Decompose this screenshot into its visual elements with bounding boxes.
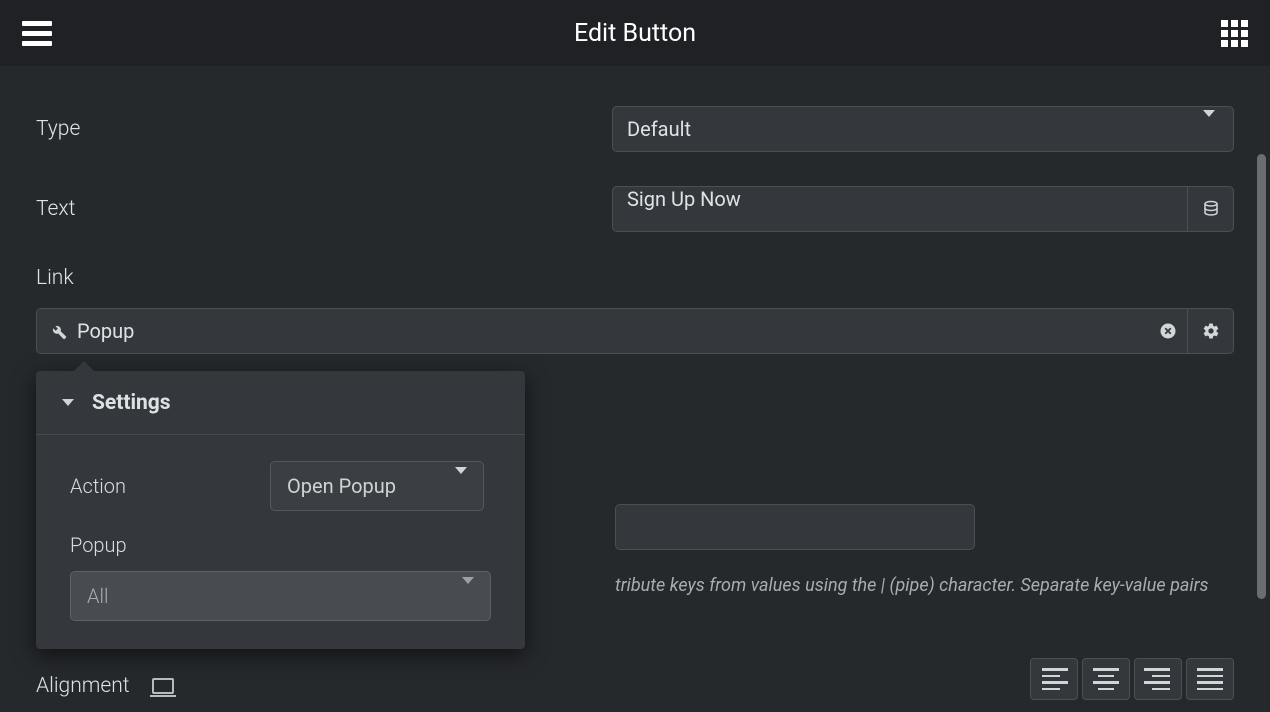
popover-row-popup: Popup All: [70, 533, 491, 621]
gear-icon: [1202, 322, 1220, 340]
popup-label: Popup: [70, 533, 491, 557]
action-select-value: Open Popup: [287, 474, 396, 498]
hidden-overflow-block: tribute keys from values using the | (pi…: [615, 504, 1233, 599]
text-input-value: Sign Up Now: [627, 187, 741, 211]
responsive-icon[interactable]: [152, 678, 174, 694]
chevron-down-icon: [1203, 117, 1215, 141]
alignment-options: [1030, 658, 1234, 700]
header-bar: Edit Button: [0, 0, 1270, 66]
text-label: Text: [36, 197, 612, 221]
type-select-value: Default: [627, 117, 691, 141]
link-field[interactable]: Popup: [36, 308, 1188, 354]
action-select[interactable]: Open Popup: [270, 461, 484, 511]
apps-grid-icon[interactable]: [1221, 20, 1248, 47]
database-icon: [1202, 200, 1220, 218]
popover-body: Action Open Popup Popup All: [36, 435, 525, 649]
align-justify-button[interactable]: [1186, 658, 1234, 700]
field-row-alignment: Alignment: [36, 674, 174, 698]
hint-text: tribute keys from values using the | (pi…: [615, 572, 1233, 599]
link-field-value: Popup: [77, 319, 134, 343]
popup-select-value: All: [87, 584, 108, 608]
custom-attributes-input[interactable]: [615, 504, 975, 550]
align-left-button[interactable]: [1030, 658, 1078, 700]
type-label: Type: [36, 117, 612, 141]
page-title: Edit Button: [574, 19, 696, 48]
link-options-button[interactable]: [1188, 308, 1234, 354]
dynamic-tags-button[interactable]: [1188, 186, 1234, 232]
align-center-button[interactable]: [1082, 658, 1130, 700]
popup-select[interactable]: All: [70, 571, 491, 621]
app-root: Edit Button Type Default Text Sign Up No…: [0, 0, 1270, 712]
body-area: Type Default Text Sign Up Now: [0, 66, 1270, 712]
menu-icon[interactable]: [22, 21, 52, 46]
link-settings-popover: Settings Action Open Popup Popup All: [36, 371, 525, 649]
vertical-scrollbar[interactable]: [1257, 154, 1266, 599]
wrench-icon: [49, 322, 67, 340]
popover-header[interactable]: Settings: [36, 371, 525, 435]
field-row-text: Text Sign Up Now: [36, 186, 1234, 232]
action-label: Action: [70, 474, 270, 498]
clear-icon[interactable]: [1159, 322, 1177, 340]
popover-row-action: Action Open Popup: [70, 461, 491, 511]
collapse-icon: [62, 399, 74, 406]
link-field-row: Popup: [36, 308, 1234, 354]
chevron-down-icon: [462, 584, 474, 608]
chevron-down-icon: [455, 474, 467, 498]
text-input[interactable]: Sign Up Now: [612, 186, 1188, 232]
popover-title: Settings: [92, 391, 171, 415]
align-right-button[interactable]: [1134, 658, 1182, 700]
field-row-type: Type Default: [36, 106, 1234, 152]
link-label: Link: [36, 266, 1234, 290]
alignment-label: Alignment: [36, 674, 130, 698]
type-select[interactable]: Default: [612, 106, 1234, 152]
